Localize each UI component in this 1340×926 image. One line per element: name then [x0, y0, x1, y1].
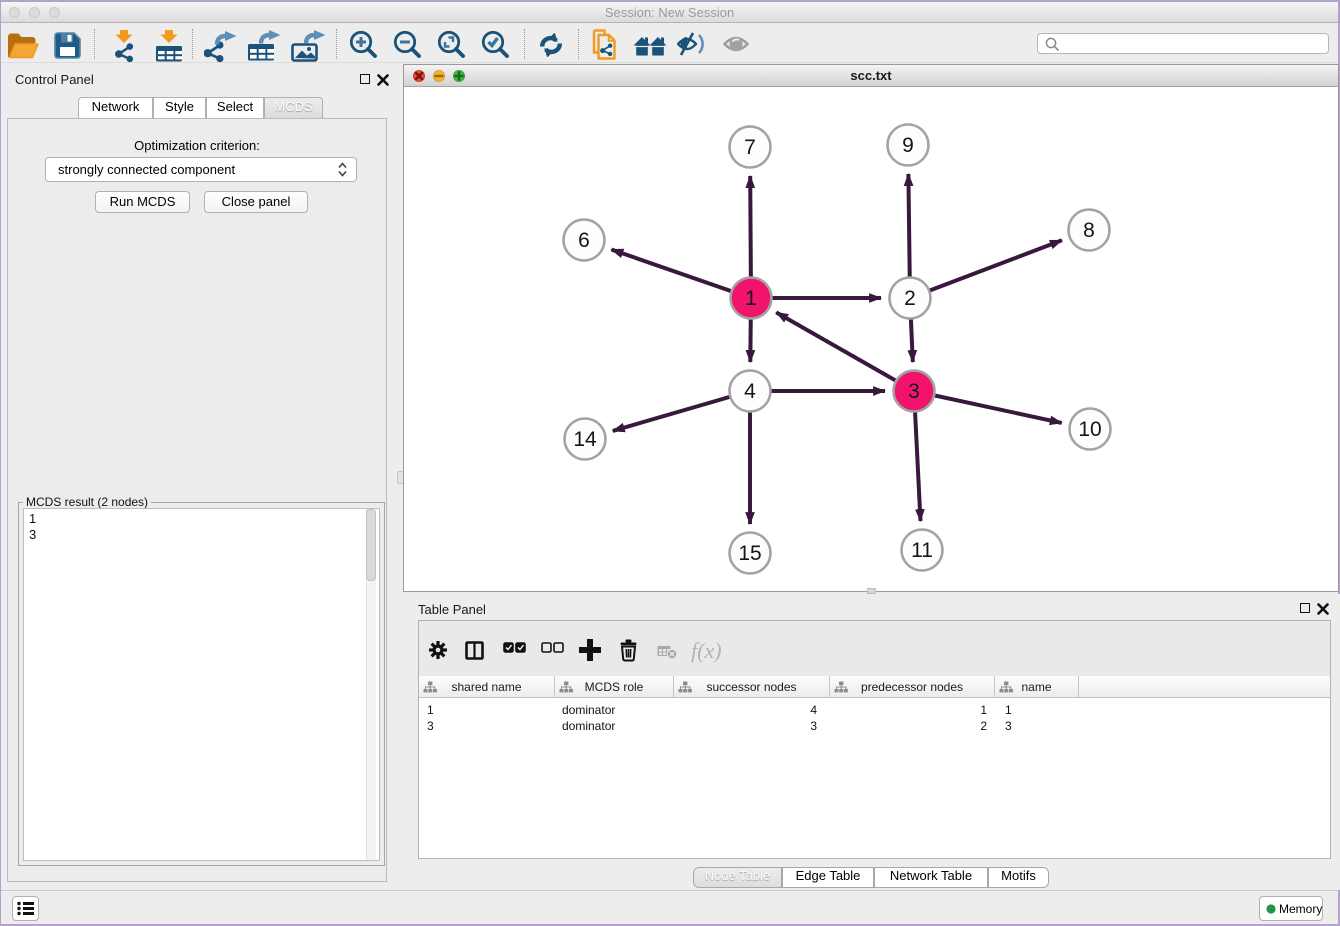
svg-text:8: 8 — [1083, 219, 1095, 242]
svg-text:14: 14 — [573, 428, 597, 451]
svg-text:11: 11 — [911, 539, 933, 562]
svg-text:1: 1 — [745, 287, 757, 310]
svg-text:2: 2 — [904, 287, 916, 310]
svg-text:15: 15 — [738, 542, 761, 565]
svg-text:9: 9 — [902, 134, 914, 157]
svg-text:7: 7 — [744, 136, 756, 159]
svg-text:4: 4 — [744, 380, 756, 403]
svg-text:10: 10 — [1078, 418, 1101, 441]
svg-text:3: 3 — [908, 380, 920, 403]
svg-text:6: 6 — [578, 229, 590, 252]
